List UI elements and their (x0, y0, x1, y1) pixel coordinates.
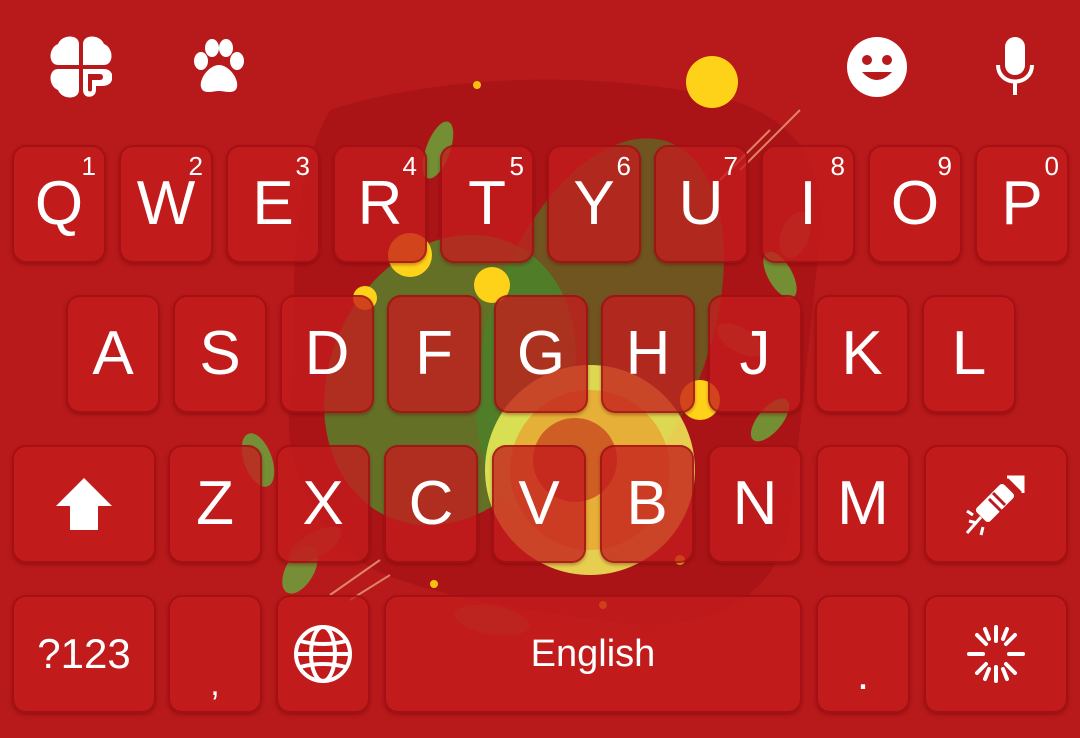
sparkle-burst-icon (924, 595, 1068, 713)
key-c[interactable]: C (384, 445, 478, 563)
key-hint: 1 (81, 151, 96, 181)
period-label: . (856, 650, 870, 699)
key-o[interactable]: O 9 (868, 145, 962, 263)
key-label: G (516, 319, 566, 388)
key-a[interactable]: A (66, 295, 160, 413)
key-label: X (302, 469, 344, 538)
key-x[interactable]: X (276, 445, 370, 563)
space-bar[interactable]: English (384, 595, 802, 713)
key-hint: 2 (188, 151, 203, 181)
key-label: K (841, 319, 883, 388)
key-y[interactable]: Y 6 (547, 145, 641, 263)
key-hint: 7 (723, 151, 738, 181)
key-hint: 0 (1044, 151, 1059, 181)
key-label: C (408, 469, 454, 538)
key-label: N (732, 469, 778, 538)
key-hint: 5 (509, 151, 524, 181)
period-key[interactable]: . (816, 595, 910, 713)
key-h[interactable]: H (601, 295, 695, 413)
comma-key[interactable]: , (168, 595, 262, 713)
key-i[interactable]: I 8 (761, 145, 855, 263)
key-label: F (415, 319, 453, 388)
key-hint: 9 (937, 151, 952, 181)
key-label: J (739, 319, 771, 388)
key-g[interactable]: G (494, 295, 588, 413)
effect-key[interactable] (924, 595, 1068, 713)
emoji-icon[interactable] (844, 34, 910, 100)
shift-key[interactable] (12, 445, 156, 563)
key-t[interactable]: T 5 (440, 145, 534, 263)
symbols-key[interactable]: ?123 (12, 595, 156, 713)
key-label: V (518, 469, 560, 538)
key-hint: 6 (616, 151, 631, 181)
clover-launcher-icon[interactable] (48, 34, 114, 100)
key-label: Z (196, 469, 234, 538)
key-label: M (837, 469, 889, 538)
key-l[interactable]: L (922, 295, 1016, 413)
key-j[interactable]: J (708, 295, 802, 413)
key-hint: 8 (830, 151, 845, 181)
key-v[interactable]: V (492, 445, 586, 563)
key-label: H (625, 319, 671, 388)
microphone-icon[interactable] (990, 34, 1040, 100)
key-hint: 3 (295, 151, 310, 181)
key-e[interactable]: E 3 (226, 145, 320, 263)
key-w[interactable]: W 2 (119, 145, 213, 263)
language-key[interactable] (276, 595, 370, 713)
shift-arrow-icon (12, 445, 156, 563)
key-z[interactable]: Z (168, 445, 262, 563)
key-label: B (626, 469, 668, 538)
key-b[interactable]: B (600, 445, 694, 563)
keyboard: Q 1 W 2 E 3 R 4 T 5 Y 6 U 7 I 8 O 9 P 0 … (0, 0, 1080, 738)
key-f[interactable]: F (387, 295, 481, 413)
symbols-label: ?123 (37, 630, 131, 677)
globe-icon (276, 595, 370, 713)
key-q[interactable]: Q 1 (12, 145, 106, 263)
key-label: L (951, 319, 987, 388)
key-d[interactable]: D (280, 295, 374, 413)
paw-icon[interactable] (188, 36, 250, 98)
key-n[interactable]: N (708, 445, 802, 563)
key-label: A (92, 319, 134, 388)
firework-rocket-icon (924, 445, 1068, 563)
key-hint: 4 (402, 151, 417, 181)
key-label: S (199, 319, 241, 388)
comma-label: , (210, 665, 220, 703)
key-p[interactable]: P 0 (975, 145, 1069, 263)
key-label: D (304, 319, 350, 388)
key-u[interactable]: U 7 (654, 145, 748, 263)
delete-key[interactable] (924, 445, 1068, 563)
key-m[interactable]: M (816, 445, 910, 563)
key-k[interactable]: K (815, 295, 909, 413)
space-bar-label: English (530, 633, 656, 675)
key-s[interactable]: S (173, 295, 267, 413)
key-r[interactable]: R 4 (333, 145, 427, 263)
